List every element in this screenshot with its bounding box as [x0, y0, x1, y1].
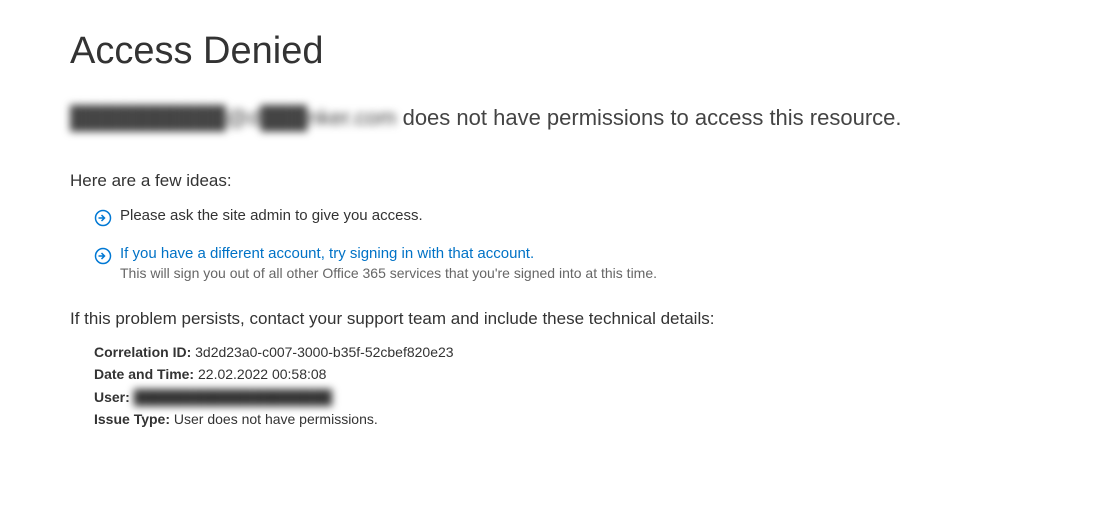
- issue-type-value: User does not have permissions.: [174, 411, 378, 427]
- technical-details: Correlation ID: 3d2d23a0-c007-3000-b35f-…: [94, 341, 1023, 431]
- idea-item: Please ask the site admin to give you ac…: [94, 207, 1023, 227]
- correlation-id-label: Correlation ID:: [94, 344, 191, 360]
- signin-different-account-link[interactable]: If you have a different account, try sig…: [120, 245, 534, 262]
- signin-warning-text: This will sign you out of all other Offi…: [120, 265, 657, 281]
- permission-message: ██████████@d███nker.com does not have pe…: [70, 105, 1023, 131]
- ideas-heading: Here are a few ideas:: [70, 171, 1023, 191]
- datetime-row: Date and Time: 22.02.2022 00:58:08: [94, 363, 1023, 385]
- datetime-value: 22.02.2022 00:58:08: [198, 366, 326, 382]
- arrow-right-circle-icon: [94, 209, 112, 227]
- issue-type-label: Issue Type:: [94, 411, 170, 427]
- correlation-id-value: 3d2d23a0-c007-3000-b35f-52cbef820e23: [195, 344, 453, 360]
- arrow-right-circle-icon: [94, 247, 112, 265]
- page-title: Access Denied: [70, 30, 1023, 73]
- technical-details-heading: If this problem persists, contact your s…: [70, 309, 1023, 329]
- idea-item: If you have a different account, try sig…: [94, 245, 1023, 281]
- user-value-obscured: ████████████████████: [134, 386, 332, 408]
- user-label: User:: [94, 389, 130, 405]
- datetime-label: Date and Time:: [94, 366, 194, 382]
- idea-ask-admin-text: Please ask the site admin to give you ac…: [120, 207, 423, 224]
- correlation-id-row: Correlation ID: 3d2d23a0-c007-3000-b35f-…: [94, 341, 1023, 363]
- issue-type-row: Issue Type: User does not have permissio…: [94, 408, 1023, 430]
- obscured-email: ██████████@d███nker.com: [70, 105, 396, 131]
- permission-message-text: does not have permissions to access this…: [396, 105, 901, 130]
- user-row: User: ████████████████████: [94, 386, 1023, 408]
